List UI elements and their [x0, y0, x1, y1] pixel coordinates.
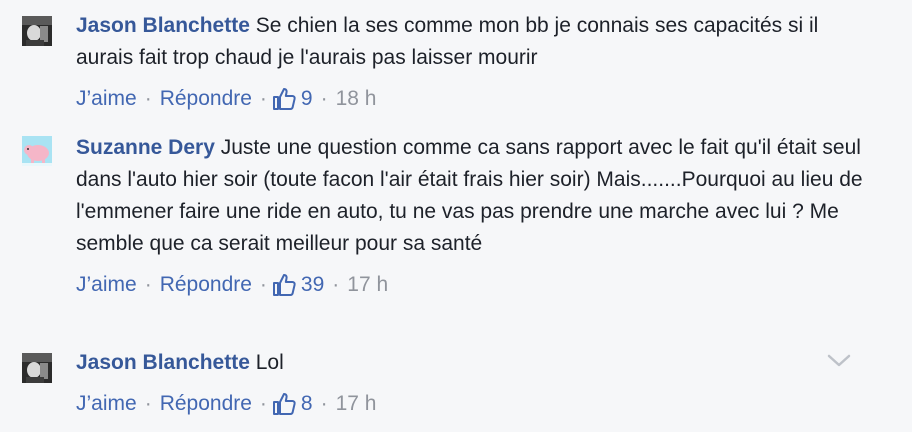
like-count[interactable]: 39	[301, 270, 324, 300]
reply-link[interactable]: Répondre	[160, 270, 252, 300]
timestamp[interactable]: 17 h	[347, 270, 388, 300]
timestamp[interactable]: 17 h	[336, 389, 377, 419]
comment-text: Lol	[255, 351, 284, 374]
separator: ·	[259, 273, 267, 296]
timestamp[interactable]: 18 h	[336, 84, 377, 114]
comment-author[interactable]: Suzanne Dery	[76, 136, 215, 159]
avatar[interactable]	[22, 16, 52, 46]
chevron-down-icon[interactable]	[826, 350, 852, 370]
separator: ·	[144, 392, 152, 415]
separator: ·	[144, 87, 152, 110]
comment-list: Jason Blanchette Se chien la ses comme m…	[0, 0, 912, 432]
separator: ·	[144, 273, 152, 296]
comment-body: Jason Blanchette Se chien la ses comme m…	[76, 10, 866, 74]
comment-author[interactable]: Jason Blanchette	[76, 351, 250, 374]
avatar[interactable]	[22, 353, 52, 383]
comment-author[interactable]: Jason Blanchette	[76, 14, 250, 37]
separator: ·	[320, 392, 328, 415]
like-link[interactable]: J’aime	[76, 389, 137, 419]
comment-actions: J’aime · Répondre · 39 · 17 h	[76, 270, 866, 300]
like-link[interactable]: J’aime	[76, 84, 137, 114]
like-link[interactable]: J’aime	[76, 270, 137, 300]
comment-actions: J’aime · Répondre · 8 · 17 h	[76, 389, 866, 419]
separator: ·	[320, 87, 328, 110]
comment-body: Jason Blanchette Lol	[76, 347, 866, 379]
like-count[interactable]: 8	[301, 389, 313, 419]
comment-actions: J’aime · Répondre · 9 · 18 h	[76, 84, 866, 114]
like-count[interactable]: 9	[301, 84, 313, 114]
reply-link[interactable]: Répondre	[160, 84, 252, 114]
avatar[interactable]	[22, 136, 52, 166]
thumbs-up-icon[interactable]	[271, 391, 297, 417]
comment-body: Suzanne Dery Juste une question comme ca…	[76, 132, 866, 260]
thumbs-up-icon[interactable]	[271, 86, 297, 112]
thumbs-up-icon[interactable]	[271, 272, 297, 298]
reply-link[interactable]: Répondre	[160, 389, 252, 419]
separator: ·	[332, 273, 340, 296]
separator: ·	[259, 392, 267, 415]
separator: ·	[259, 87, 267, 110]
